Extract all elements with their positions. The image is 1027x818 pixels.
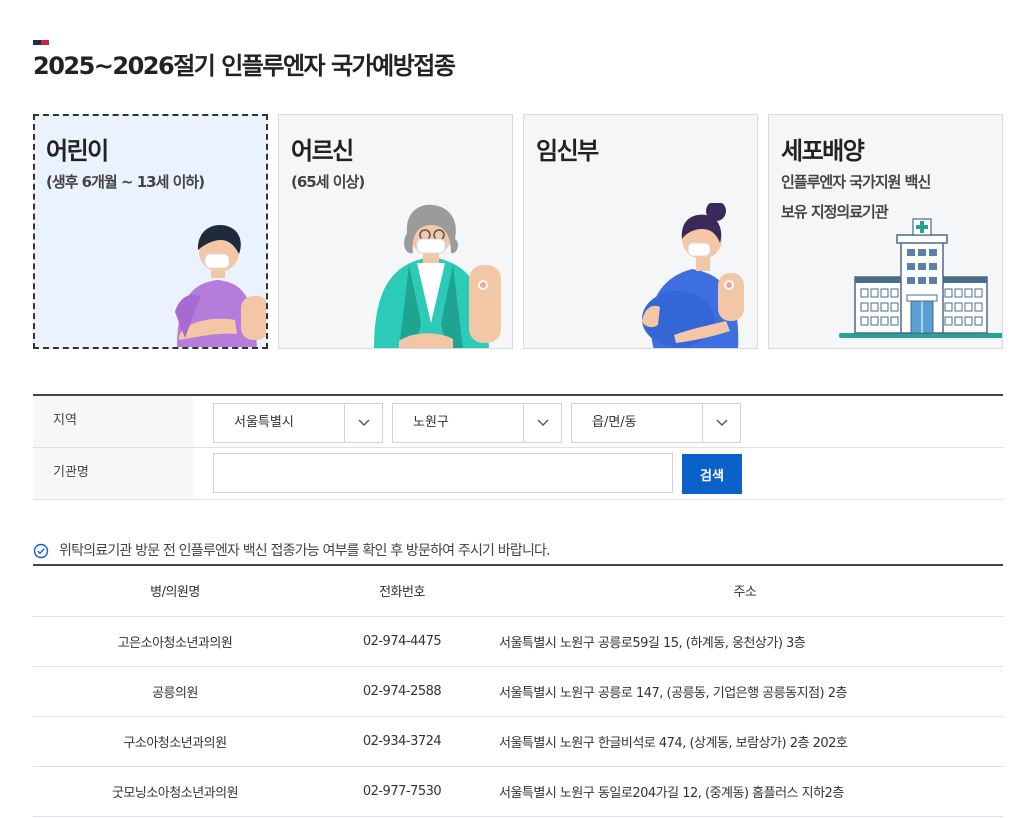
dong-select[interactable]: 읍/면/동 <box>571 403 741 443</box>
card-title: 어르신 <box>291 137 354 165</box>
table-row[interactable]: 굿모닝소아청소년과의원 02-977-7530 서울특별시 노원구 동일로204… <box>33 766 1003 817</box>
sido-select-value: 서울특별시 <box>234 415 294 430</box>
col-header-phone: 전화번호 <box>317 565 487 617</box>
clinic-name: 고은소아청소년과의원 <box>33 616 317 667</box>
chevron-down-icon[interactable] <box>344 404 382 442</box>
sigungu-select[interactable]: 노원구 <box>392 403 562 443</box>
search-form: 지역 서울특별시 노원구 읍/면/동 기관명 검색 <box>33 394 1003 500</box>
card-subtitle: 인플루엔자 국가지원 백신 <box>781 173 931 191</box>
clinic-address: 서울특별시 노원구 공릉로59길 15, (하계동, 웅천상가) 3층 <box>487 616 1003 667</box>
senior-illustration <box>374 204 501 348</box>
region-row: 지역 서울특별시 노원구 읍/면/동 <box>33 396 1003 448</box>
card-title: 임신부 <box>536 137 599 165</box>
card-senior[interactable]: 어르신 (65세 이상) <box>278 114 513 349</box>
chevron-down-icon[interactable] <box>523 404 561 442</box>
sido-select[interactable]: 서울특별시 <box>213 403 383 443</box>
title-mark-icon <box>33 30 49 45</box>
page-title: 2025~2026절기 인플루엔자 국가예방접종 <box>33 52 456 80</box>
clinic-name: 구소아청소년과의원 <box>33 716 317 767</box>
table-row[interactable]: 고은소아청소년과의원 02-974-4475 서울특별시 노원구 공릉로59길 … <box>33 616 1003 667</box>
org-name-input[interactable] <box>213 453 673 493</box>
notice-text: 위탁의료기관 방문 전 인플루엔자 백신 접종가능 여부를 확인 후 방문하여 … <box>59 543 551 559</box>
clinic-address: 서울특별시 노원구 공릉로 147, (공릉동, 기업은행 공릉동지점) 2층 <box>487 666 1003 717</box>
region-label: 지역 <box>33 396 193 447</box>
clinic-phone: 02-974-4475 <box>317 616 487 667</box>
dong-select-value: 읍/면/동 <box>592 415 637 430</box>
card-pregnant[interactable]: 임신부 <box>523 114 758 349</box>
col-header-address: 주소 <box>487 565 1003 617</box>
clinic-name: 공릉의원 <box>33 666 317 717</box>
clinic-address: 서울특별시 노원구 한글비석로 474, (상계동, 보람상가) 2층 202호 <box>487 716 1003 767</box>
card-subtitle: (65세 이상) <box>291 173 365 191</box>
card-title: 어린이 <box>46 137 109 165</box>
child-illustration <box>175 225 266 347</box>
clinic-phone: 02-977-7530 <box>317 766 487 817</box>
card-cell-culture[interactable]: 세포배양 인플루엔자 국가지원 백신 보유 지정의료기관 <box>768 114 1003 349</box>
clinic-address: 서울특별시 노원구 동일로204가길 12, (중계동) 홈플러스 지하2층 <box>487 766 1003 817</box>
check-circle-icon <box>33 543 49 559</box>
table-row[interactable]: 공릉의원 02-974-2588 서울특별시 노원구 공릉로 147, (공릉동… <box>33 666 1003 717</box>
table-header-row: 병/의원명 전화번호 주소 <box>33 565 1003 617</box>
card-subtitle: (생후 6개월 ~ 13세 이하) <box>46 173 205 191</box>
results-table: 병/의원명 전화번호 주소 고은소아청소년과의원 02-974-4475 서울특… <box>33 564 1003 817</box>
org-label: 기관명 <box>33 448 193 499</box>
clinic-name: 굿모닝소아청소년과의원 <box>33 766 317 817</box>
card-title: 세포배양 <box>781 137 865 165</box>
category-cards: 어린이 (생후 6개월 ~ 13세 이하) 어르신 (65세 이상) 임신부 세… <box>33 114 1003 349</box>
table-row[interactable]: 구소아청소년과의원 02-934-3724 서울특별시 노원구 한글비석로 47… <box>33 716 1003 767</box>
org-row: 기관명 검색 <box>33 448 1003 500</box>
search-button[interactable]: 검색 <box>682 454 742 494</box>
pregnant-illustration <box>642 203 744 348</box>
hospital-illustration <box>839 218 1002 338</box>
card-child[interactable]: 어린이 (생후 6개월 ~ 13세 이하) <box>33 114 268 349</box>
sigungu-select-value: 노원구 <box>413 415 449 430</box>
clinic-phone: 02-934-3724 <box>317 716 487 767</box>
col-header-name: 병/의원명 <box>33 565 317 617</box>
clinic-phone: 02-974-2588 <box>317 666 487 717</box>
chevron-down-icon[interactable] <box>702 404 740 442</box>
